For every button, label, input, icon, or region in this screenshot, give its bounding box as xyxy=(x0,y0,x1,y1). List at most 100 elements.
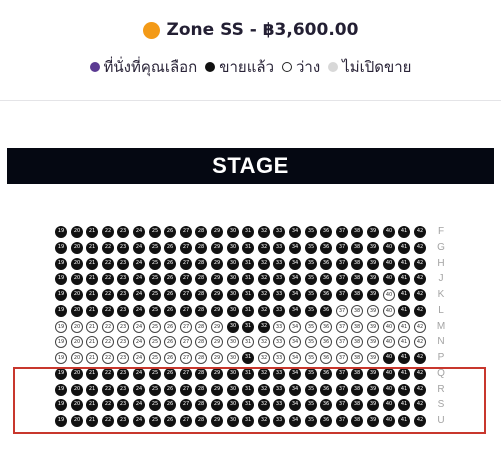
seat-U-28[interactable]: 28 xyxy=(195,415,207,427)
seat-M-21[interactable]: 21 xyxy=(86,321,98,333)
seat-K-36[interactable]: 36 xyxy=(320,289,332,301)
seat-H-25[interactable]: 25 xyxy=(149,258,161,270)
seat-S-29[interactable]: 29 xyxy=(211,399,223,411)
seat-F-37[interactable]: 37 xyxy=(336,226,348,238)
seat-N-32[interactable]: 32 xyxy=(258,336,270,348)
seat-R-19[interactable]: 19 xyxy=(55,384,67,396)
seat-F-34[interactable]: 34 xyxy=(289,226,301,238)
seat-P-32[interactable]: 32 xyxy=(258,352,270,364)
seat-H-27[interactable]: 27 xyxy=(180,258,192,270)
seat-R-31[interactable]: 31 xyxy=(242,384,254,396)
seat-R-28[interactable]: 28 xyxy=(195,384,207,396)
seat-F-25[interactable]: 25 xyxy=(149,226,161,238)
seat-H-36[interactable]: 36 xyxy=(320,258,332,270)
seat-J-28[interactable]: 28 xyxy=(195,273,207,285)
seat-M-19[interactable]: 19 xyxy=(55,321,67,333)
seat-Q-31[interactable]: 31 xyxy=(242,368,254,380)
seat-P-40[interactable]: 40 xyxy=(383,352,395,364)
seat-K-20[interactable]: 20 xyxy=(71,289,83,301)
seat-R-41[interactable]: 41 xyxy=(398,384,410,396)
seat-R-42[interactable]: 42 xyxy=(414,384,426,396)
seat-S-30[interactable]: 30 xyxy=(227,399,239,411)
seat-S-33[interactable]: 33 xyxy=(273,399,285,411)
seat-P-25[interactable]: 25 xyxy=(149,352,161,364)
seat-N-37[interactable]: 37 xyxy=(336,336,348,348)
seat-N-39[interactable]: 39 xyxy=(367,336,379,348)
seat-P-33[interactable]: 33 xyxy=(273,352,285,364)
seat-H-21[interactable]: 21 xyxy=(86,258,98,270)
seat-G-24[interactable]: 24 xyxy=(133,242,145,254)
seat-Q-38[interactable]: 38 xyxy=(351,368,363,380)
seat-P-30[interactable]: 30 xyxy=(227,352,239,364)
seat-J-19[interactable]: 19 xyxy=(55,273,67,285)
seat-H-29[interactable]: 29 xyxy=(211,258,223,270)
seat-L-31[interactable]: 31 xyxy=(242,305,254,317)
seat-K-39[interactable]: 39 xyxy=(367,289,379,301)
seat-L-38[interactable]: 38 xyxy=(351,305,363,317)
seat-N-29[interactable]: 29 xyxy=(211,336,223,348)
seat-N-27[interactable]: 27 xyxy=(180,336,192,348)
seat-L-20[interactable]: 20 xyxy=(71,305,83,317)
seat-Q-37[interactable]: 37 xyxy=(336,368,348,380)
seat-G-31[interactable]: 31 xyxy=(242,242,254,254)
seat-R-27[interactable]: 27 xyxy=(180,384,192,396)
seat-N-24[interactable]: 24 xyxy=(133,336,145,348)
seat-G-28[interactable]: 28 xyxy=(195,242,207,254)
seat-U-24[interactable]: 24 xyxy=(133,415,145,427)
seat-U-25[interactable]: 25 xyxy=(149,415,161,427)
seat-M-29[interactable]: 29 xyxy=(211,321,223,333)
seat-F-32[interactable]: 32 xyxy=(258,226,270,238)
seat-R-37[interactable]: 37 xyxy=(336,384,348,396)
seat-J-35[interactable]: 35 xyxy=(305,273,317,285)
seat-S-38[interactable]: 38 xyxy=(351,399,363,411)
seat-F-21[interactable]: 21 xyxy=(86,226,98,238)
seat-F-22[interactable]: 22 xyxy=(102,226,114,238)
seat-M-41[interactable]: 41 xyxy=(398,321,410,333)
seat-G-39[interactable]: 39 xyxy=(367,242,379,254)
seat-S-32[interactable]: 32 xyxy=(258,399,270,411)
seat-F-35[interactable]: 35 xyxy=(305,226,317,238)
seat-P-22[interactable]: 22 xyxy=(102,352,114,364)
seat-N-23[interactable]: 23 xyxy=(117,336,129,348)
seat-Q-21[interactable]: 21 xyxy=(86,368,98,380)
seat-N-28[interactable]: 28 xyxy=(195,336,207,348)
seat-Q-25[interactable]: 25 xyxy=(149,368,161,380)
seat-G-30[interactable]: 30 xyxy=(227,242,239,254)
seat-S-19[interactable]: 19 xyxy=(55,399,67,411)
seat-P-28[interactable]: 28 xyxy=(195,352,207,364)
seat-P-37[interactable]: 37 xyxy=(336,352,348,364)
seat-S-27[interactable]: 27 xyxy=(180,399,192,411)
seat-M-35[interactable]: 35 xyxy=(305,321,317,333)
seat-P-26[interactable]: 26 xyxy=(164,352,176,364)
seat-F-28[interactable]: 28 xyxy=(195,226,207,238)
seat-J-32[interactable]: 32 xyxy=(258,273,270,285)
seat-K-34[interactable]: 34 xyxy=(289,289,301,301)
seat-M-31[interactable]: 31 xyxy=(242,321,254,333)
seat-G-25[interactable]: 25 xyxy=(149,242,161,254)
seat-U-22[interactable]: 22 xyxy=(102,415,114,427)
seat-U-37[interactable]: 37 xyxy=(336,415,348,427)
seat-R-38[interactable]: 38 xyxy=(351,384,363,396)
seat-G-36[interactable]: 36 xyxy=(320,242,332,254)
seat-N-35[interactable]: 35 xyxy=(305,336,317,348)
seat-F-19[interactable]: 19 xyxy=(55,226,67,238)
seat-M-39[interactable]: 39 xyxy=(367,321,379,333)
seat-H-22[interactable]: 22 xyxy=(102,258,114,270)
seat-M-33[interactable]: 33 xyxy=(273,321,285,333)
seat-S-28[interactable]: 28 xyxy=(195,399,207,411)
seat-S-42[interactable]: 42 xyxy=(414,399,426,411)
seat-F-27[interactable]: 27 xyxy=(180,226,192,238)
seat-G-19[interactable]: 19 xyxy=(55,242,67,254)
seat-P-20[interactable]: 20 xyxy=(71,352,83,364)
seat-R-20[interactable]: 20 xyxy=(71,384,83,396)
seat-K-33[interactable]: 33 xyxy=(273,289,285,301)
seat-P-29[interactable]: 29 xyxy=(211,352,223,364)
seat-M-28[interactable]: 28 xyxy=(195,321,207,333)
seat-K-21[interactable]: 21 xyxy=(86,289,98,301)
seat-M-36[interactable]: 36 xyxy=(320,321,332,333)
seat-H-24[interactable]: 24 xyxy=(133,258,145,270)
seat-L-33[interactable]: 33 xyxy=(273,305,285,317)
seat-G-37[interactable]: 37 xyxy=(336,242,348,254)
seat-H-32[interactable]: 32 xyxy=(258,258,270,270)
seat-M-22[interactable]: 22 xyxy=(102,321,114,333)
